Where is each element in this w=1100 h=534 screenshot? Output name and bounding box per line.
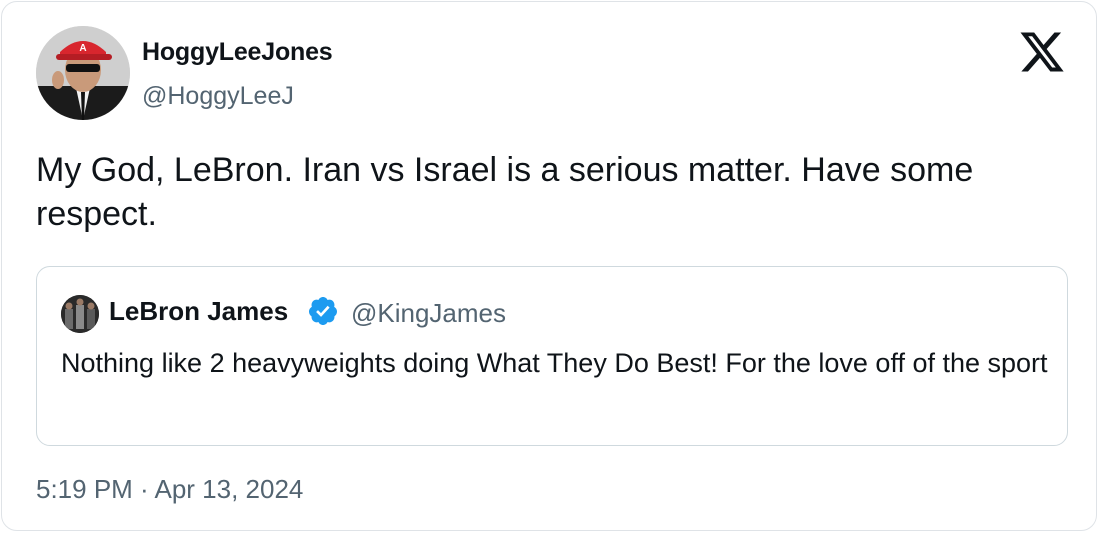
quoted-author-name[interactable]: LeBron James	[109, 296, 288, 327]
author-handle[interactable]: @HoggyLeeJ	[142, 82, 294, 111]
tweet-text: My God, LeBron. Iran vs Israel is a seri…	[36, 151, 974, 233]
user-avatar-photo: A	[36, 26, 130, 120]
author-display-name[interactable]: HoggyLeeJones	[142, 38, 333, 67]
verified-badge-icon	[307, 295, 339, 327]
x-logo-icon[interactable]	[1018, 28, 1066, 76]
tweet-card: A HoggyLeeJones @HoggyLeeJ My God, LeBro…	[1, 1, 1097, 531]
quoted-author-avatar[interactable]	[61, 295, 99, 333]
author-avatar[interactable]: A	[36, 26, 130, 120]
quoted-tweet[interactable]: LeBron James @KingJames Nothing like 2 h…	[36, 266, 1068, 446]
svg-text:A: A	[79, 43, 86, 54]
quoted-author-handle[interactable]: @KingJames	[351, 298, 506, 329]
tweet-timestamp[interactable]: 5:19 PM · Apr 13, 2024	[36, 474, 303, 505]
quoted-avatar-photo	[61, 295, 99, 333]
quoted-tweet-text: Nothing like 2 heavyweights doing What T…	[61, 348, 1048, 378]
